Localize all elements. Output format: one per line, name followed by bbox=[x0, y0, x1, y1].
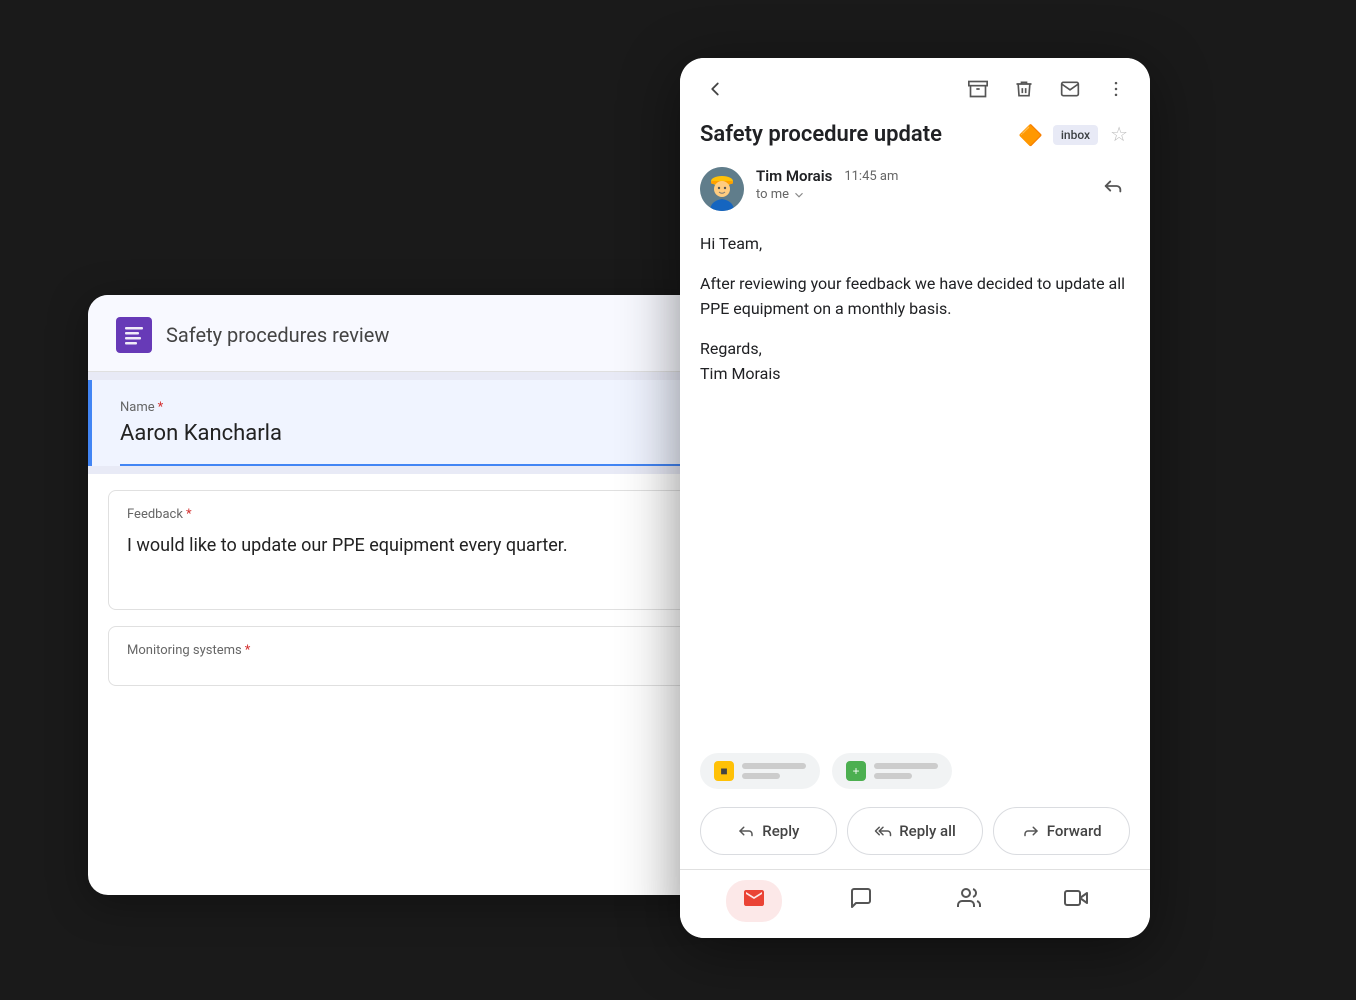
meet-nav-icon bbox=[957, 886, 981, 916]
reply-all-icon bbox=[874, 822, 892, 840]
required-indicator: * bbox=[158, 400, 164, 415]
mail-nav-icon bbox=[742, 886, 766, 916]
sender-name-row: Tim Morais 11:45 am bbox=[756, 167, 1084, 185]
subject-emoji: 🔶 bbox=[1018, 123, 1043, 147]
name-field-label: Name * bbox=[120, 400, 680, 415]
reply-label: Reply bbox=[762, 822, 799, 840]
sender-time: 11:45 am bbox=[844, 169, 898, 184]
chip-text-2 bbox=[874, 763, 938, 779]
toolbar-left bbox=[700, 74, 730, 104]
forward-icon bbox=[1022, 822, 1040, 840]
toolbar-right bbox=[964, 75, 1130, 103]
smart-replies: ■ + bbox=[680, 741, 1150, 797]
forms-header: Safety procedures review bbox=[88, 295, 708, 372]
monitoring-field-block[interactable]: Monitoring systems * bbox=[108, 626, 688, 686]
feedback-field-label: Feedback * bbox=[127, 507, 669, 522]
avatar bbox=[700, 167, 744, 211]
feedback-field-value: I would like to update our PPE equipment… bbox=[127, 532, 669, 559]
name-field-block[interactable]: Name * Aaron Kancharla bbox=[88, 380, 708, 466]
chip-text-1 bbox=[742, 763, 806, 779]
smart-chip-1[interactable]: ■ bbox=[700, 753, 820, 789]
star-button[interactable]: ☆ bbox=[1108, 120, 1130, 149]
back-button[interactable] bbox=[700, 74, 730, 104]
sender-to-row[interactable]: to me bbox=[756, 187, 1084, 202]
forward-button[interactable]: Forward bbox=[993, 807, 1130, 855]
chip-icon-1: ■ bbox=[714, 761, 734, 781]
nav-mail[interactable] bbox=[726, 880, 782, 922]
email-paragraph: After reviewing your feedback we have de… bbox=[700, 271, 1130, 322]
monitoring-field-label: Monitoring systems * bbox=[127, 643, 669, 658]
mark-unread-button[interactable] bbox=[1056, 75, 1084, 103]
email-body: Hi Team, After reviewing your feedback w… bbox=[680, 219, 1150, 741]
gmail-toolbar bbox=[680, 58, 1150, 116]
inbox-badge[interactable]: inbox bbox=[1053, 125, 1098, 145]
expand-recipients-icon[interactable] bbox=[792, 188, 806, 202]
nav-video[interactable] bbox=[1048, 880, 1104, 922]
forward-label: Forward bbox=[1047, 822, 1102, 840]
forms-title: Safety procedures review bbox=[166, 323, 389, 347]
archive-button[interactable] bbox=[964, 75, 992, 103]
nav-meet[interactable] bbox=[941, 880, 997, 922]
forms-icon bbox=[116, 317, 152, 353]
quick-reply-button[interactable] bbox=[1096, 171, 1130, 207]
video-nav-icon bbox=[1064, 886, 1088, 916]
email-greeting: Hi Team, bbox=[700, 231, 1130, 257]
email-subject: Safety procedure update bbox=[700, 122, 1008, 147]
nav-chat[interactable] bbox=[833, 880, 889, 922]
required-indicator-2: * bbox=[186, 507, 192, 522]
subject-row: Safety procedure update 🔶 inbox ☆ bbox=[680, 116, 1150, 159]
sender-row: Tim Morais 11:45 am to me bbox=[680, 159, 1150, 219]
forms-divider-2 bbox=[88, 466, 708, 474]
chat-nav-icon bbox=[849, 886, 873, 916]
feedback-field-block[interactable]: Feedback * I would like to update our PP… bbox=[108, 490, 688, 610]
smart-chip-2[interactable]: + bbox=[832, 753, 952, 789]
reply-all-button[interactable]: Reply all bbox=[847, 807, 984, 855]
gmail-card: Safety procedure update 🔶 inbox ☆ bbox=[680, 58, 1150, 938]
reply-all-label: Reply all bbox=[899, 822, 956, 840]
required-indicator-3: * bbox=[245, 643, 251, 658]
sender-info: Tim Morais 11:45 am to me bbox=[756, 167, 1084, 202]
gmail-actions: Reply Reply all Forward bbox=[680, 797, 1150, 869]
name-field-value: Aaron Kancharla bbox=[120, 421, 680, 466]
delete-button[interactable] bbox=[1010, 75, 1038, 103]
reply-button[interactable]: Reply bbox=[700, 807, 837, 855]
forms-card: Safety procedures review Name * Aaron Ka… bbox=[88, 295, 708, 895]
email-closing: Regards, Tim Morais bbox=[700, 336, 1130, 387]
chip-icon-2: + bbox=[846, 761, 866, 781]
more-options-button[interactable] bbox=[1102, 75, 1130, 103]
forms-section-divider bbox=[88, 372, 708, 380]
reply-icon bbox=[737, 822, 755, 840]
sender-name: Tim Morais bbox=[756, 167, 832, 185]
gmail-bottom-nav bbox=[680, 869, 1150, 938]
